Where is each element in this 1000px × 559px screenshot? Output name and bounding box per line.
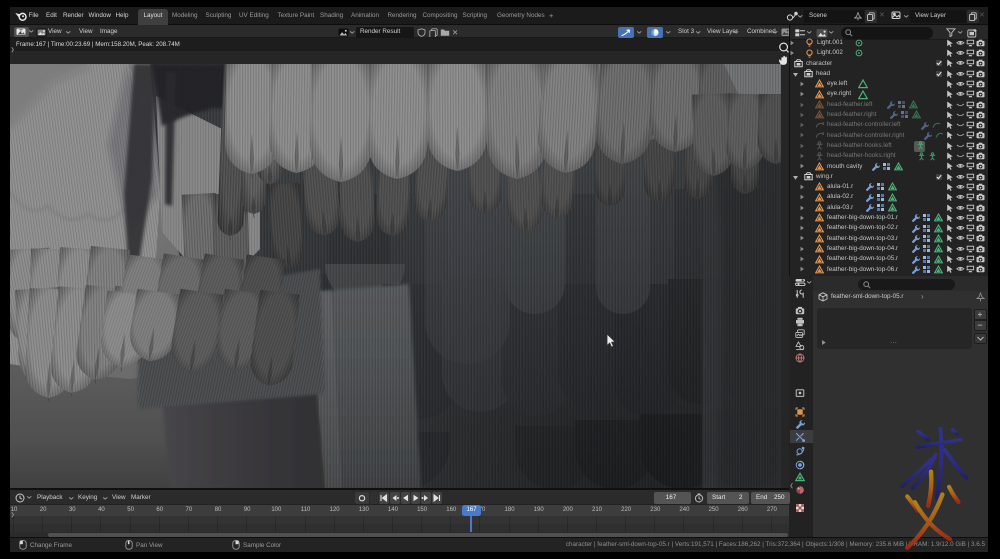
- svg-text:T: T: [19, 30, 23, 36]
